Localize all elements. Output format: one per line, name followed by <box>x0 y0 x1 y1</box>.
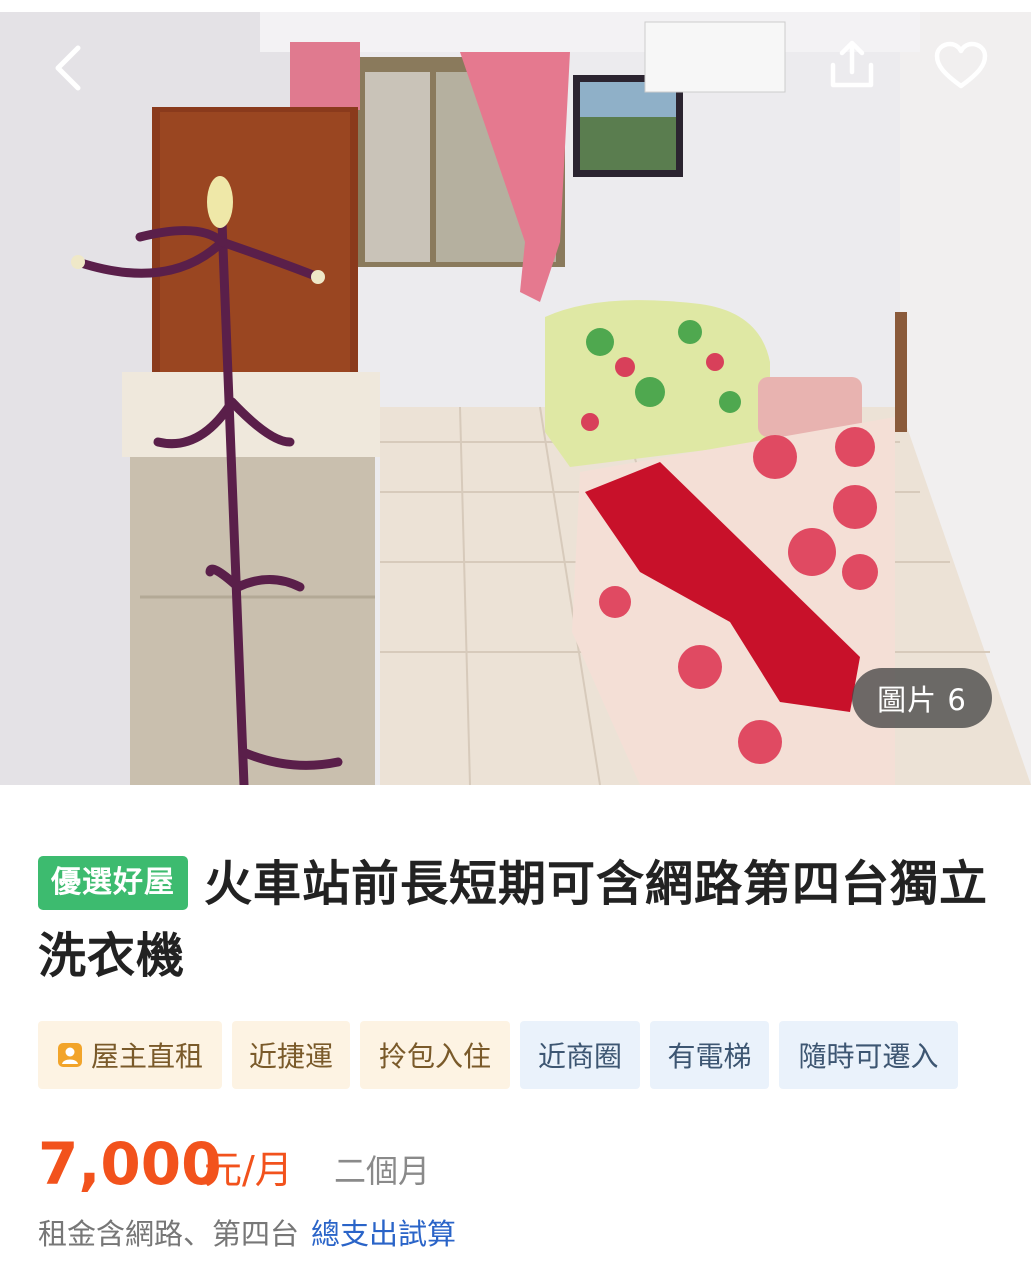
listing-photo[interactable]: 圖片 6 <box>0 12 1031 785</box>
lease-term: 二個月 <box>334 1152 431 1190</box>
tag-near-shopping: 近商圈 <box>520 1021 640 1089</box>
tag-label: 有電梯 <box>667 1040 752 1073</box>
cost-calculator-link[interactable]: 總支出試算 <box>311 1217 456 1251</box>
tag-label: 屋主直租 <box>90 1040 203 1073</box>
favorite-button[interactable] <box>929 34 993 98</box>
tag-label: 拎包入住 <box>378 1040 491 1073</box>
tag-move-in-ready: 拎包入住 <box>360 1021 510 1089</box>
tag-move-in-anytime: 隨時可遷入 <box>779 1021 958 1089</box>
tag-label: 隨時可遷入 <box>798 1040 939 1073</box>
back-button[interactable] <box>36 36 100 100</box>
premium-badge: 優選好屋 <box>38 856 188 910</box>
share-icon <box>830 40 874 88</box>
owner-icon <box>57 1042 83 1068</box>
price-note: 租金含網路、第四台 <box>38 1217 300 1251</box>
price-row: 7,000 元/月 二個月 <box>38 1128 998 1208</box>
tag-owner-direct: 屋主直租 <box>38 1021 222 1089</box>
feature-tags: 屋主直租 近捷運 拎包入住 近商圈 有電梯 隨時可遷入 <box>38 1021 998 1091</box>
tag-near-mrt: 近捷運 <box>232 1021 350 1089</box>
price-unit: 元/月 <box>204 1148 293 1192</box>
share-button[interactable] <box>820 34 884 98</box>
tag-label: 近商圈 <box>537 1040 622 1073</box>
price-note-row: 租金含網路、第四台 總支出試算 <box>38 1212 456 1256</box>
heart-icon <box>934 41 988 89</box>
chevron-left-icon <box>55 45 81 91</box>
photo-counter: 圖片 6 <box>852 668 992 728</box>
listing-title-block: 優選好屋 火車站前長短期可含網路第四台獨立洗衣機 <box>38 848 998 992</box>
tag-elevator: 有電梯 <box>650 1021 769 1089</box>
price-amount: 7,000 <box>38 1130 222 1198</box>
tag-label: 近捷運 <box>248 1040 333 1073</box>
